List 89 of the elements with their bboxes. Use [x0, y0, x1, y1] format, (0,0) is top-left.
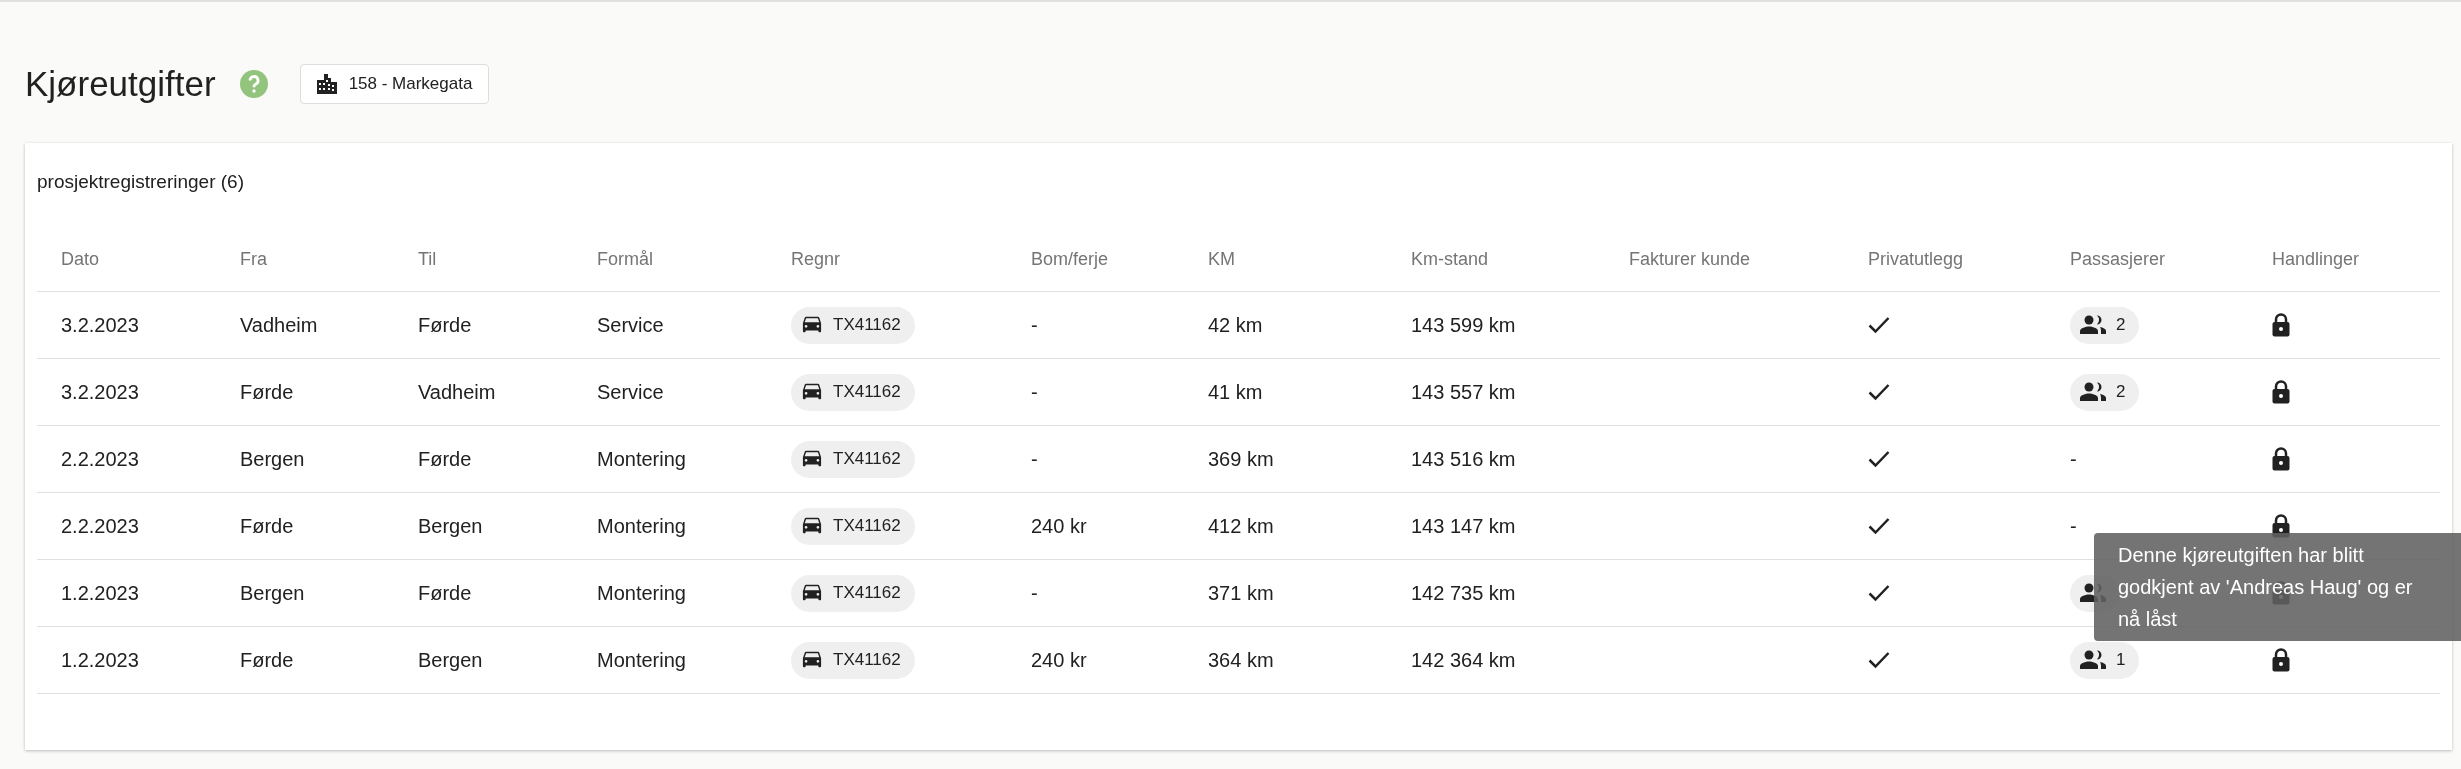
column-header: Formål — [597, 248, 654, 270]
table-cell: 1.2.2023 — [61, 581, 139, 605]
table-cell: 364 km — [1208, 648, 1274, 672]
checkmark-icon — [1868, 450, 1890, 468]
car-icon — [801, 650, 823, 670]
table-cell: 240 kr — [1031, 514, 1087, 538]
card-title: prosjektregistreringer (6) — [37, 171, 245, 193]
passenger-chip: 2 — [2070, 373, 2140, 411]
table-cell: Førde — [418, 313, 472, 337]
table-cell: - — [1031, 313, 1038, 337]
vehicle-chip: TX41162 — [791, 507, 915, 545]
table-cell: - — [1031, 447, 1038, 471]
table-cell: - — [2070, 447, 2077, 471]
table-cell: 369 km — [1208, 447, 1274, 471]
table-cell: - — [1031, 380, 1038, 404]
table-cell: - — [2070, 514, 2077, 538]
project-chip[interactable]: 158 - Markegata — [299, 64, 490, 104]
checkmark-icon — [1868, 383, 1890, 401]
car-icon — [801, 583, 823, 603]
tooltip: Denne kjøreutgiften har blitt godkjent av 'Andreas Haug' og er nå låst — [2094, 533, 2461, 641]
table-cell: 1.2.2023 — [61, 648, 139, 672]
table-cell: Førde — [240, 514, 294, 538]
table-cell: Bergen — [240, 581, 305, 605]
table-cell: Førde — [240, 648, 294, 672]
table-cell: 143 599 km — [1411, 313, 1516, 337]
people-icon — [2080, 315, 2106, 335]
lock-icon[interactable] — [2272, 380, 2290, 404]
table-cell: Montering — [597, 514, 686, 538]
table-cell: 3.2.2023 — [61, 380, 139, 404]
table-cell: 3.2.2023 — [61, 313, 139, 337]
people-icon — [2080, 650, 2106, 670]
lock-icon[interactable] — [2272, 447, 2290, 471]
table-cell: Montering — [597, 648, 686, 672]
table-cell: 142 364 km — [1411, 648, 1516, 672]
vehicle-chip: TX41162 — [791, 306, 915, 344]
table-cell: 371 km — [1208, 581, 1274, 605]
column-header: Passasjerer — [2070, 248, 2167, 270]
column-header: Til — [418, 248, 438, 270]
column-header: Handlinger — [2272, 248, 2361, 270]
table-cell: 42 km — [1208, 313, 1263, 337]
table-cell: 143 557 km — [1411, 380, 1516, 404]
page-title: Kjøreutgifter — [25, 64, 216, 104]
table-cell: 143 516 km — [1411, 447, 1516, 471]
lock-icon[interactable] — [2272, 313, 2290, 337]
table-cell: Vadheim — [240, 313, 318, 337]
column-header: Regnr — [791, 248, 842, 270]
table-cell: Vadheim — [418, 380, 496, 404]
car-icon — [801, 449, 823, 469]
table-cell: Førde — [418, 581, 472, 605]
vehicle-chip: TX41162 — [791, 574, 915, 612]
table-cell: Bergen — [240, 447, 305, 471]
vehicle-chip: TX41162 — [791, 373, 915, 411]
table-cell: Bergen — [418, 514, 483, 538]
column-header: KM — [1208, 248, 1236, 270]
table-cell: 2.2.2023 — [61, 447, 139, 471]
column-header: Fakturer kunde — [1629, 248, 1752, 270]
table-cell: 143 147 km — [1411, 514, 1516, 538]
checkmark-icon — [1868, 651, 1890, 669]
table-cell: Førde — [418, 447, 472, 471]
table-cell: Montering — [597, 581, 686, 605]
vehicle-chip: TX41162 — [791, 440, 915, 478]
passenger-chip: 2 — [2070, 306, 2140, 344]
table-cell: Montering — [597, 447, 686, 471]
table-cell: Service — [597, 380, 664, 404]
table-cell: 2.2.2023 — [61, 514, 139, 538]
building-icon — [316, 74, 337, 94]
table-cell: Service — [597, 313, 664, 337]
car-icon — [801, 516, 823, 536]
column-header: Dato — [61, 248, 101, 270]
column-header: Privatutlegg — [1868, 248, 1965, 270]
table-cell: Førde — [240, 380, 294, 404]
checkmark-icon — [1868, 584, 1890, 602]
table-cell: - — [1031, 581, 1038, 605]
car-icon — [801, 315, 823, 335]
table-cell: 412 km — [1208, 514, 1274, 538]
table-cell: Bergen — [418, 648, 483, 672]
lock-icon[interactable] — [2272, 648, 2290, 672]
passenger-chip: 1 — [2070, 641, 2140, 679]
column-header: Bom/ferje — [1031, 248, 1110, 270]
vehicle-chip: TX41162 — [791, 641, 915, 679]
column-header: Fra — [240, 248, 268, 270]
people-icon — [2080, 382, 2106, 402]
table-cell: 240 kr — [1031, 648, 1087, 672]
checkmark-icon — [1868, 316, 1890, 334]
column-header: Km-stand — [1411, 248, 1490, 270]
table-cell: 142 735 km — [1411, 581, 1516, 605]
car-icon — [801, 382, 823, 402]
table-cell: 41 km — [1208, 380, 1263, 404]
checkmark-icon — [1868, 517, 1890, 535]
